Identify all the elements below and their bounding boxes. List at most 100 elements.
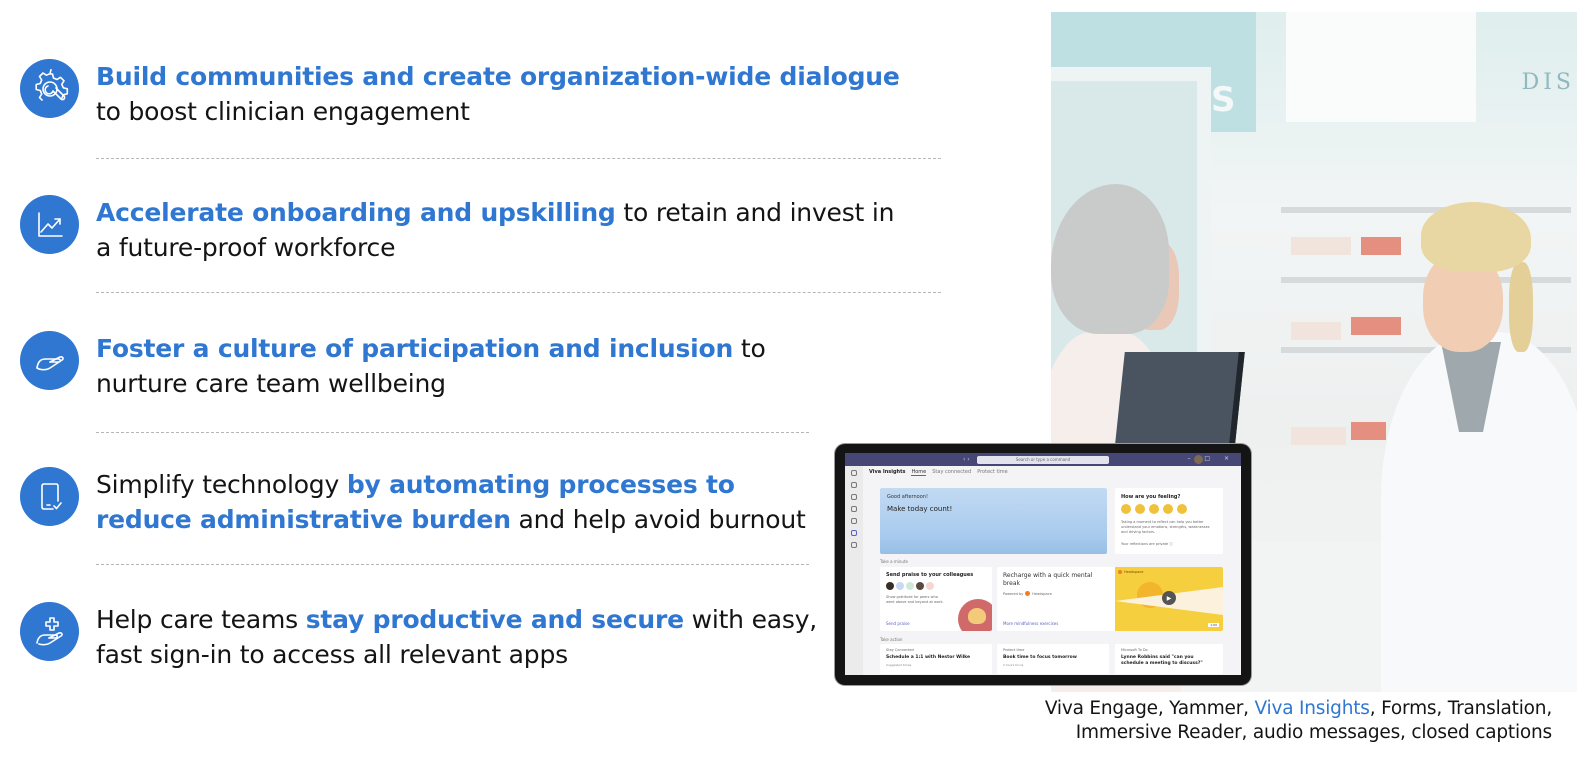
feature-item: Foster a culture of participation and in… — [20, 331, 766, 401]
tablet-mockup: ‹ › Search or type a command – □ × Viva … — [835, 444, 1251, 685]
chat-icon[interactable] — [851, 482, 857, 488]
mood-bad-icon[interactable] — [1177, 504, 1187, 514]
tab-stay-connected[interactable]: Stay connected — [932, 469, 971, 476]
avatar[interactable] — [926, 582, 934, 590]
calendar-icon[interactable] — [851, 506, 857, 512]
files-icon[interactable] — [851, 518, 857, 524]
window-controls[interactable]: – □ × — [1187, 455, 1235, 462]
caption-text: , Forms, Translation, — [1369, 698, 1552, 719]
search-input[interactable]: Search or type a command — [977, 455, 1109, 464]
dashed-divider — [96, 564, 809, 565]
powered-by: Powered by Headspace — [1003, 591, 1052, 596]
tab-protect-time[interactable]: Protect time — [977, 469, 1008, 476]
feature-item: Build communities and create organizatio… — [20, 59, 900, 129]
caption-text: Immersive Reader, audio messages, closed… — [1075, 722, 1552, 743]
avatar[interactable] — [906, 582, 914, 590]
photo-sign-text: DIS — [1521, 70, 1575, 95]
insights-icon[interactable] — [851, 530, 857, 536]
app-rail — [845, 466, 863, 675]
recharge-title: Recharge with a quick mental break — [1003, 572, 1093, 587]
action-title: Book time to focus tomorrow — [1003, 655, 1077, 660]
trending-up-chart-icon — [20, 195, 79, 254]
gear-wrench-icon — [20, 59, 79, 118]
feature-body: to — [733, 334, 766, 363]
feature-highlight: by automating processes to — [346, 470, 735, 499]
feature-body: fast sign-in to access all relevant apps — [96, 640, 568, 669]
action-card[interactable]: Microsoft To Do Lynne Robbins said "can … — [1115, 644, 1223, 674]
open-hand-icon — [20, 331, 79, 390]
feature-item: Simplify technology by automating proces… — [20, 467, 806, 537]
action-card[interactable]: Protect time Book time to focus tomorrow… — [997, 644, 1109, 674]
video-brand-name: Headspace — [1124, 570, 1144, 574]
viva-insights-screen: ‹ › Search or type a command – □ × Viva … — [845, 453, 1241, 675]
caption-text: Viva Engage, Yammer, — [1044, 698, 1255, 719]
feature-body: a future-proof workforce — [96, 233, 396, 262]
action-kind: Microsoft To Do — [1121, 648, 1148, 652]
feature-text: Help care teams stay productive and secu… — [96, 602, 817, 672]
photo-box — [1291, 427, 1346, 445]
hero-greeting: Good afternoon! — [887, 494, 928, 500]
photo-box — [1351, 317, 1401, 335]
feature-highlight: stay productive and secure — [305, 605, 684, 634]
photo-box — [1361, 237, 1401, 255]
action-kind: Protect time — [1003, 648, 1025, 652]
headspace-logo-icon — [1118, 570, 1122, 574]
feature-highlight: Build communities and create organizatio… — [96, 62, 900, 91]
hero-headline: Make today count! — [887, 505, 953, 513]
apps-icon[interactable] — [851, 542, 857, 548]
brand-name: Headspace — [1032, 591, 1052, 596]
hand-medical-cross-icon — [20, 602, 79, 661]
mood-good-icon[interactable] — [1135, 504, 1145, 514]
feeling-title: How are you feeling? — [1121, 494, 1181, 500]
nav-arrows[interactable]: ‹ › — [963, 456, 970, 463]
app-name: Viva Insights — [869, 469, 906, 475]
feature-body: to retain and invest in — [615, 198, 895, 227]
section-label: Take a minute — [880, 559, 908, 564]
photo-pharmacist-hair — [1421, 202, 1531, 272]
praise-description: Show gratitude for peers who went above … — [886, 595, 944, 604]
feeling-privacy: Your reflections are private ⓘ — [1121, 542, 1173, 546]
avatar[interactable] — [886, 582, 894, 590]
action-card[interactable]: Stay Connected Schedule a 1:1 with Nesto… — [880, 644, 992, 674]
dashed-divider — [96, 158, 941, 159]
feature-body: and help avoid burnout — [510, 505, 806, 534]
action-title: Schedule a 1:1 with Nestor Wilke — [886, 655, 971, 660]
feature-body: Simplify technology — [96, 470, 347, 499]
feature-highlight: Accelerate onboarding and upskilling — [96, 198, 616, 227]
feature-item: Accelerate onboarding and upskilling to … — [20, 195, 894, 265]
tab-home[interactable]: Home — [911, 469, 927, 476]
photo-panel — [1286, 12, 1476, 122]
heart-illustration-icon — [958, 599, 992, 631]
photo-shelf — [1281, 207, 1571, 213]
feeling-card: How are you feeling? Taking a moment to … — [1115, 488, 1223, 554]
avatar[interactable] — [896, 582, 904, 590]
powered-by-label: Powered by — [1003, 591, 1024, 596]
photo-box — [1291, 322, 1341, 340]
praise-card: Send praise to your colleagues Show grat… — [880, 567, 992, 631]
mood-neutral-icon[interactable] — [1149, 504, 1159, 514]
dashed-divider — [96, 432, 809, 433]
action-kind: Stay Connected — [886, 648, 914, 652]
video-thumbnail[interactable]: Headspace ▶ 1:00 — [1115, 567, 1223, 631]
mobile-check-icon — [20, 467, 79, 526]
feature-item: Help care teams stay productive and secu… — [20, 602, 817, 672]
action-sub: 2 hours focus — [1003, 663, 1024, 667]
apps-caption: Viva Engage, Yammer, Viva Insights, Form… — [1045, 697, 1552, 745]
hero-card: Good afternoon! Make today count! — [880, 488, 1107, 554]
feature-text: Simplify technology by automating proces… — [96, 467, 806, 537]
play-icon[interactable]: ▶ — [1162, 591, 1176, 605]
teams-icon[interactable] — [851, 494, 857, 500]
section-label: Take action — [880, 637, 903, 642]
send-praise-link[interactable]: Send praise — [886, 621, 910, 626]
video-brand: Headspace — [1118, 570, 1143, 574]
colleague-avatars — [886, 582, 934, 590]
avatar[interactable] — [916, 582, 924, 590]
photo-sign-letter: S — [1211, 80, 1236, 120]
mindfulness-link[interactable]: More mindfulness exercises — [1003, 621, 1058, 626]
caption-highlight: Viva Insights — [1254, 698, 1370, 719]
feature-body: nurture care team wellbeing — [96, 369, 446, 398]
mood-great-icon[interactable] — [1121, 504, 1131, 514]
mood-sad-icon[interactable] — [1163, 504, 1173, 514]
feature-highlight: Foster a culture of participation and in… — [96, 334, 734, 363]
activity-icon[interactable] — [851, 470, 857, 476]
